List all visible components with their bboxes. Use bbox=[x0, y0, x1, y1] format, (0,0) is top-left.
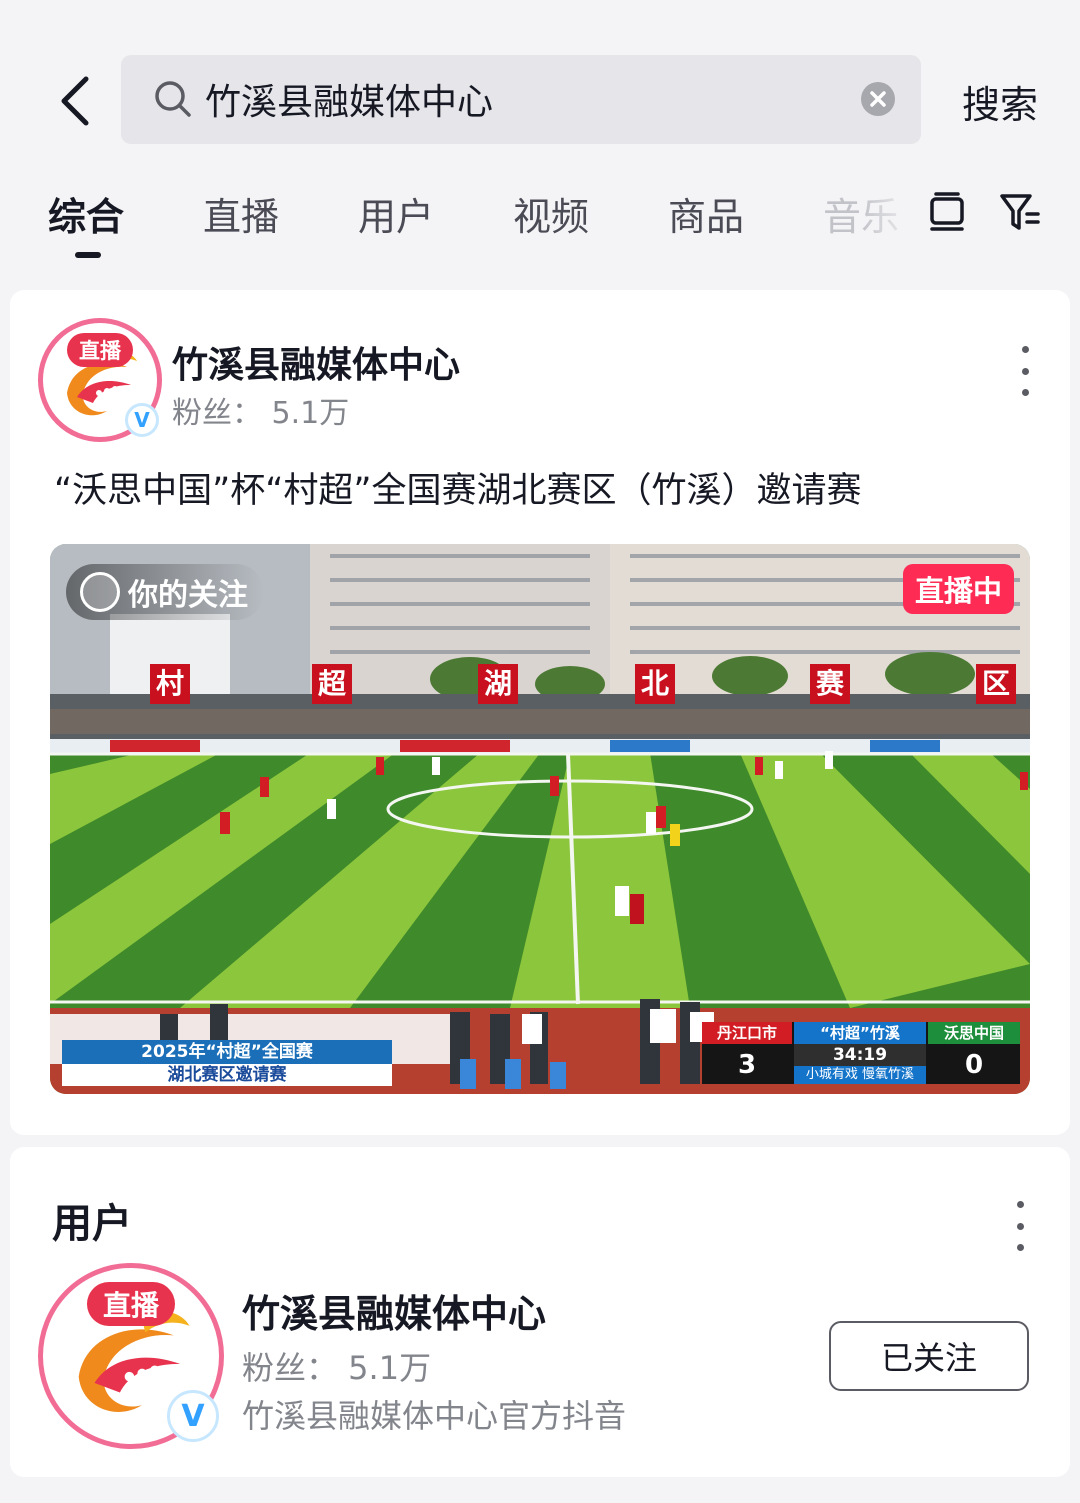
stadium-letter: 区 bbox=[976, 664, 1016, 704]
follow-avatar-ring bbox=[80, 572, 120, 612]
home-team-name: 丹江口市 bbox=[702, 1022, 792, 1044]
search-box[interactable] bbox=[121, 55, 921, 144]
live-result-card[interactable]: 直播 V 竹溪县融媒体中心 粉丝： 5.1万 “沃思中国”杯“村超”全国赛湖北赛… bbox=[10, 290, 1070, 1135]
avatar-live-badge: 直播 bbox=[67, 333, 133, 367]
more-vertical-icon[interactable] bbox=[1018, 346, 1032, 396]
search-tabs: 综合 直播 用户 视频 商品 音乐 bbox=[0, 170, 1080, 270]
stadium-letter: 湖 bbox=[478, 664, 518, 704]
live-video-preview[interactable]: 村 超 湖 北 赛 区 你的关注 直播中 2025年“村超”全国赛 湖北赛区邀请… bbox=[50, 544, 1030, 1094]
stadium-letter: 超 bbox=[312, 664, 352, 704]
active-tab-indicator bbox=[75, 252, 101, 258]
verified-badge-icon: V bbox=[167, 1390, 219, 1442]
live-now-badge: 直播中 bbox=[902, 564, 1014, 614]
league-banner: 2025年“村超”全国赛 湖北赛区邀请赛 bbox=[62, 1040, 392, 1086]
search-input[interactable] bbox=[205, 69, 845, 129]
avatar-live-badge: 直播 bbox=[86, 1282, 176, 1326]
tab-users[interactable]: 用户 bbox=[358, 186, 434, 241]
away-score: 0 bbox=[964, 1050, 984, 1080]
followed-button[interactable]: 已关注 bbox=[829, 1321, 1029, 1391]
search-submit-button[interactable]: 搜索 bbox=[962, 74, 1038, 129]
user-avatar[interactable]: 直播 V bbox=[38, 1263, 224, 1449]
league-banner-line1: 2025年“村超”全国赛 bbox=[62, 1040, 392, 1064]
away-team-name: 沃思中国 bbox=[928, 1022, 1020, 1044]
stadium-scene bbox=[50, 544, 1030, 1094]
league-banner-line2: 湖北赛区邀请赛 bbox=[62, 1064, 392, 1086]
match-title: “村超”竹溪 bbox=[794, 1022, 926, 1044]
chevron-left-icon bbox=[61, 76, 89, 126]
account-name[interactable]: 竹溪县融媒体中心 bbox=[172, 336, 460, 388]
account-avatar[interactable]: 直播 V bbox=[38, 318, 162, 442]
your-follow-tag: 你的关注 bbox=[66, 564, 264, 620]
user-name[interactable]: 竹溪县融媒体中心 bbox=[242, 1283, 546, 1338]
stadium-letter: 村 bbox=[150, 664, 190, 704]
tab-products[interactable]: 商品 bbox=[668, 186, 744, 241]
tab-live[interactable]: 直播 bbox=[203, 186, 279, 241]
tabs-fade-overlay bbox=[860, 180, 920, 250]
more-vertical-icon[interactable] bbox=[1013, 1201, 1027, 1251]
top-search-bar: 搜索 bbox=[0, 0, 1080, 160]
user-description: 竹溪县融媒体中心官方抖音 bbox=[242, 1397, 627, 1435]
stadium-letter: 赛 bbox=[810, 664, 850, 704]
scoreboard: 丹江口市 3 “村超”竹溪 34:19 小城有戏 慢氧竹溪 沃思中国 0 bbox=[702, 1022, 1020, 1084]
user-fans-count: 粉丝： 5.1万 bbox=[242, 1349, 432, 1387]
filter-icon[interactable] bbox=[998, 190, 1042, 234]
match-slogan: 小城有戏 慢氧竹溪 bbox=[794, 1066, 926, 1084]
verified-badge-icon: V bbox=[125, 403, 159, 437]
tab-videos[interactable]: 视频 bbox=[513, 186, 589, 241]
clear-icon[interactable] bbox=[861, 82, 895, 116]
stadium-letter: 北 bbox=[635, 664, 675, 704]
back-button[interactable] bbox=[44, 66, 104, 136]
users-section-card: 用户 直播 V 竹溪县融媒体中心 粉丝： 5.1万 竹溪县融媒体中心官方抖音 已… bbox=[10, 1147, 1070, 1477]
layout-toggle-icon[interactable] bbox=[925, 190, 969, 234]
home-score: 3 bbox=[737, 1050, 757, 1080]
match-clock: 34:19 bbox=[794, 1044, 926, 1066]
live-title[interactable]: “沃思中国”杯“村超”全国赛湖北赛区（竹溪）邀请赛 bbox=[54, 462, 862, 513]
tab-general[interactable]: 综合 bbox=[48, 186, 124, 241]
fans-count: 粉丝： 5.1万 bbox=[172, 396, 350, 431]
section-title: 用户 bbox=[52, 1201, 132, 1247]
search-icon bbox=[155, 81, 191, 117]
follow-tag-label: 你的关注 bbox=[128, 578, 248, 613]
